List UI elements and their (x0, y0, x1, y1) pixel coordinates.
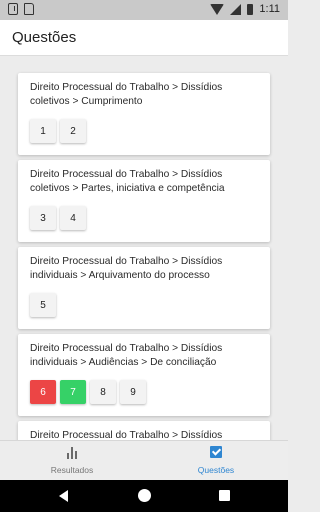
nav-questoes[interactable]: Questões (144, 441, 288, 481)
battery-icon (247, 3, 254, 15)
topic-card: Direito Processual do Trabalho > Dissídi… (18, 421, 270, 440)
nav-label: Resultados (50, 465, 94, 475)
question-button-correct[interactable]: 7 (60, 380, 86, 404)
topic-card: Direito Processual do Trabalho > Dissídi… (18, 73, 270, 155)
home-icon[interactable] (138, 489, 151, 502)
wifi-icon (210, 3, 225, 15)
nav-label: Questões (197, 465, 235, 475)
signal-icon (230, 3, 242, 15)
topic-title: Direito Processual do Trabalho > Dissídi… (30, 256, 223, 281)
topic-title: Direito Processual do Trabalho > Dissídi… (30, 169, 225, 194)
download-icon (8, 3, 18, 15)
question-button[interactable]: 2 (60, 119, 86, 143)
question-button-wrong[interactable]: 6 (30, 380, 56, 404)
recent-apps-icon[interactable] (219, 490, 230, 501)
topic-title: Direito Processual do Trabalho > Dissídi… (30, 430, 223, 440)
bottom-navigation: Resultados Questões (0, 440, 288, 480)
topic-card: Direito Processual do Trabalho > Dissídi… (18, 247, 270, 329)
question-button[interactable]: 8 (90, 380, 116, 404)
topic-card: Direito Processual do Trabalho > Dissídi… (18, 160, 270, 242)
questions-list[interactable]: Direito Processual do Trabalho > Dissídi… (0, 57, 288, 440)
question-button[interactable]: 5 (30, 293, 56, 317)
status-bar: 1:11 (0, 0, 288, 20)
page-title: Questões (12, 29, 77, 46)
back-icon[interactable] (59, 490, 68, 502)
question-button[interactable]: 9 (120, 380, 146, 404)
topic-title: Direito Processual do Trabalho > Dissídi… (30, 82, 223, 107)
status-time: 1:11 (259, 3, 280, 15)
topic-title: Direito Processual do Trabalho > Dissídi… (30, 343, 223, 368)
sd-card-icon (24, 3, 34, 15)
nav-resultados[interactable]: Resultados (0, 441, 144, 481)
app-bar: Questões (0, 20, 288, 56)
bar-chart-icon (66, 447, 78, 459)
question-button[interactable]: 1 (30, 119, 56, 143)
system-navigation-bar (0, 480, 288, 512)
question-button[interactable]: 3 (30, 206, 56, 230)
question-button[interactable]: 4 (60, 206, 86, 230)
checkbox-icon (210, 446, 222, 458)
topic-card: Direito Processual do Trabalho > Dissídi… (18, 334, 270, 416)
